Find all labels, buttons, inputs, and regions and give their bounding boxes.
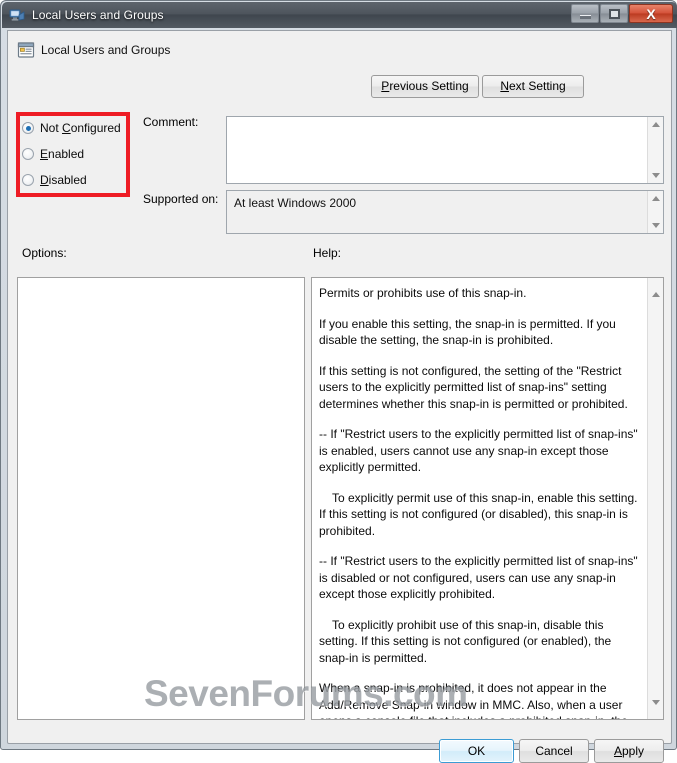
help-paragraph: -- If "Restrict users to the explicitly …: [319, 554, 638, 601]
radio-enabled-accesskey: E: [40, 147, 49, 161]
dialog-client: Local Users and Groups Previous Setting …: [7, 30, 672, 763]
mmc-snapin-icon: [9, 7, 25, 23]
help-scrollbar[interactable]: [647, 278, 663, 719]
ok-button[interactable]: OK: [439, 739, 514, 763]
help-scroll-down-icon[interactable]: [651, 700, 660, 719]
apply-accesskey: A: [613, 744, 622, 758]
cancel-button[interactable]: Cancel: [519, 739, 589, 763]
radio-disabled-accesskey: D: [40, 173, 49, 187]
comment-scroll-down-icon[interactable]: [648, 168, 664, 183]
help-paragraph: If this setting is not configured, the s…: [319, 363, 628, 411]
help-paragraph: -- If "Restrict users to the explicitly …: [319, 427, 638, 474]
setting-header: Local Users and Groups: [8, 31, 671, 76]
radio-enabled[interactable]: Enabled: [22, 141, 132, 167]
apply-label-rest: pply: [622, 744, 645, 758]
radio-enabled-indicator[interactable]: [22, 148, 34, 160]
radio-not-configured-indicator[interactable]: [22, 122, 34, 134]
help-panel: Permits or prohibits use of this snap-in…: [311, 277, 664, 720]
options-label: Options:: [22, 246, 67, 260]
help-paragraph: Permits or prohibits use of this snap-in…: [319, 286, 527, 300]
comment-textarea[interactable]: [226, 116, 664, 184]
next-setting-label-rest: ext Setting: [508, 79, 566, 93]
options-panel[interactable]: [17, 277, 305, 720]
help-paragraph: When a snap-in is prohibited, it does no…: [319, 681, 628, 719]
comment-scroll-up-icon[interactable]: [648, 117, 664, 132]
help-paragraph: If you enable this setting, the snap-in …: [319, 316, 616, 348]
close-icon: X: [646, 5, 656, 22]
minimize-button[interactable]: [571, 4, 599, 23]
radio-disabled[interactable]: Disabled: [22, 167, 132, 193]
apply-button[interactable]: Apply: [594, 739, 664, 763]
supported-scroll-up-icon[interactable]: [648, 191, 664, 206]
radio-disabled-indicator[interactable]: [22, 174, 34, 186]
help-paragraph: To explicitly prohibit use of this snap-…: [319, 617, 612, 665]
help-text: Permits or prohibits use of this snap-in…: [312, 278, 648, 719]
radio-not-configured-label: Not Configured: [40, 121, 121, 135]
close-button[interactable]: X: [629, 4, 673, 23]
dialog-window: Local Users and Groups X Local Users and…: [0, 0, 677, 763]
window-controls: X: [570, 4, 673, 24]
setting-title: Local Users and Groups: [41, 43, 171, 57]
help-label: Help:: [313, 246, 342, 260]
previous-setting-label-rest: revious Setting: [389, 79, 469, 93]
previous-setting-button[interactable]: Previous Setting: [371, 75, 479, 98]
help-scroll-up-icon[interactable]: [651, 278, 660, 297]
minimize-icon: [579, 15, 591, 19]
footer-separator: [9, 728, 670, 729]
title-bar: Local Users and Groups X: [2, 2, 677, 28]
radio-disabled-label: Disabled: [40, 173, 87, 187]
policy-state-radio-group: Not Configured Enabled Disabled: [22, 115, 132, 193]
supported-scroll-down-icon[interactable]: [648, 218, 664, 233]
maximize-icon: [608, 8, 620, 19]
window-title: Local Users and Groups: [32, 8, 164, 22]
supported-on-field: At least Windows 2000: [226, 190, 664, 234]
radio-not-configured[interactable]: Not Configured: [22, 115, 132, 141]
maximize-button[interactable]: [600, 4, 628, 23]
policy-setting-icon: [17, 41, 35, 59]
next-setting-button[interactable]: Next Setting: [482, 75, 584, 98]
radio-enabled-label: Enabled: [40, 147, 85, 161]
supported-on-value: At least Windows 2000: [234, 196, 357, 210]
next-setting-accesskey: N: [500, 79, 509, 93]
help-paragraph: To explicitly permit use of this snap-in…: [319, 490, 638, 538]
supported-on-label: Supported on:: [143, 192, 219, 206]
supported-on-scrollbar[interactable]: [647, 191, 663, 233]
comment-scrollbar[interactable]: [647, 117, 663, 183]
comment-label: Comment:: [143, 115, 199, 129]
radio-not-configured-accesskey: C: [62, 121, 71, 135]
